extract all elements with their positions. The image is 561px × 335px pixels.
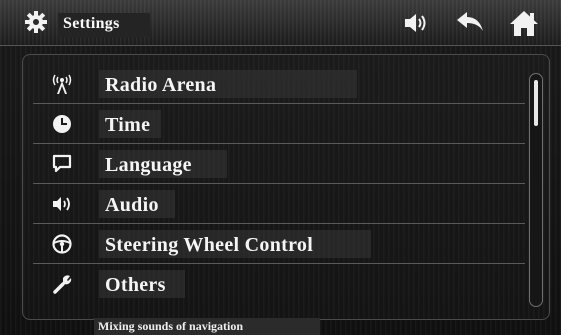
volume-button[interactable] (400, 8, 432, 38)
back-button[interactable] (454, 8, 486, 38)
menu-item-label: Language (105, 154, 192, 176)
back-arrow-icon (454, 8, 486, 38)
wrench-icon (51, 273, 73, 295)
clock-icon (51, 113, 73, 135)
home-icon (508, 8, 540, 38)
menu-item-steering-wheel-control[interactable]: Steering Wheel Control (33, 225, 525, 264)
menu-item-language[interactable]: Language (33, 145, 525, 184)
status-message: Mixing sounds of navigation (98, 319, 244, 333)
scrollbar-thumb[interactable] (534, 80, 538, 126)
steering-wheel-icon (51, 233, 73, 255)
header-bar: Settings (0, 0, 561, 46)
gear-icon (24, 10, 48, 34)
page-title: Settings (63, 15, 120, 32)
menu-item-others[interactable]: Others (33, 265, 525, 303)
menu-item-radio-arena[interactable]: Radio Arena (33, 65, 525, 104)
menu-item-label: Radio Arena (105, 74, 217, 96)
speaker-icon (400, 8, 432, 38)
menu-item-label: Audio (105, 194, 159, 216)
menu-item-label: Steering Wheel Control (105, 234, 314, 256)
home-button[interactable] (508, 8, 540, 38)
scrollbar[interactable] (529, 73, 543, 307)
menu-item-label: Time (105, 114, 151, 136)
settings-menu-panel: Radio Arena Time Language Audio Steering… (22, 54, 550, 320)
menu-item-label: Others (105, 274, 166, 296)
menu-item-time[interactable]: Time (33, 105, 525, 144)
menu-item-audio[interactable]: Audio (33, 185, 525, 224)
speech-bubble-icon (51, 153, 73, 175)
radio-antenna-icon (51, 73, 73, 95)
speaker-icon (51, 193, 73, 215)
